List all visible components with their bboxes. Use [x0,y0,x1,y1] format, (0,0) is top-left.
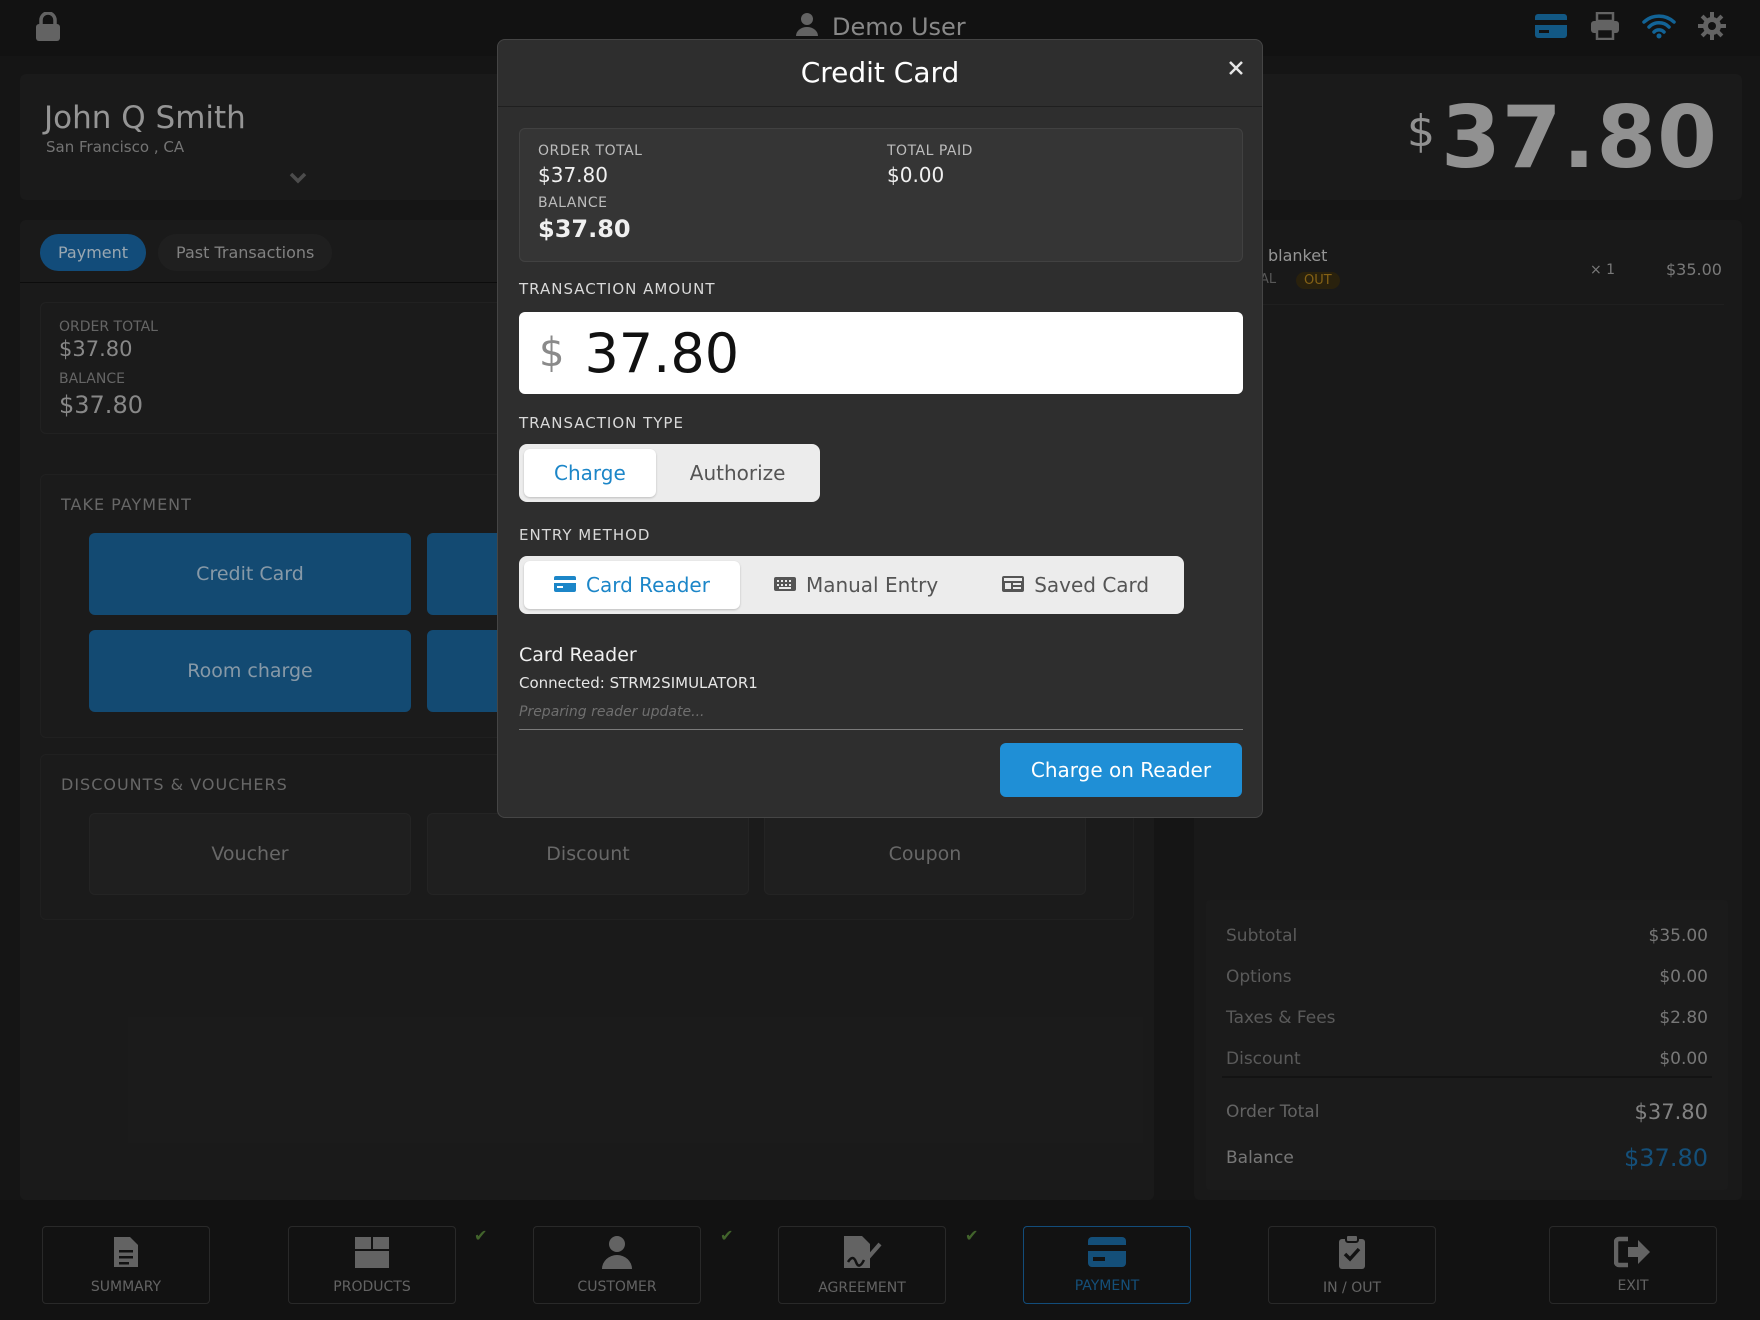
card-reader-title: Card Reader [519,644,637,666]
entry-method-label: ENTRY METHOD [519,526,651,544]
dialog-total-paid-label: TOTAL PAID [887,143,973,159]
credit-card-icon [554,573,576,597]
card-reader-label: Card Reader [586,573,710,597]
dialog-balance-value: $37.80 [538,215,631,243]
entry-method-toggle: Card Reader Manual Entry Saved Card [519,556,1185,614]
transaction-amount-input[interactable]: $ 37.80 [519,312,1243,394]
dialog-header: Credit Card [498,40,1262,107]
manual-entry-option[interactable]: Manual Entry [744,561,968,609]
credit-card-dialog: Credit Card ORDER TOTAL $37.80 TOTAL PAI… [497,39,1263,818]
transaction-amount-label: TRANSACTION AMOUNT [519,280,716,298]
manual-entry-label: Manual Entry [805,573,939,597]
transaction-type-toggle: Charge Authorize [519,444,821,502]
dialog-order-total-value: $37.80 [538,163,608,187]
transaction-type-label: TRANSACTION TYPE [519,414,684,432]
charge-option[interactable]: Charge [524,449,656,497]
dialog-order-total-label: ORDER TOTAL [538,143,643,159]
dialog-balance-label: BALANCE [538,195,608,211]
reader-update-field[interactable]: Preparing reader update... [519,704,1243,730]
dialog-summary-box: ORDER TOTAL $37.80 TOTAL PAID $0.00 BALA… [519,128,1243,262]
authorize-option[interactable]: Authorize [660,449,816,497]
id-card-icon [1002,573,1025,597]
dialog-title: Credit Card [800,56,960,89]
charge-on-reader-button[interactable]: Charge on Reader [1000,743,1242,797]
saved-card-label: Saved Card [1034,573,1150,597]
card-reader-status: Connected: STRM2SIMULATOR1 [519,674,758,692]
close-icon[interactable] [1222,54,1250,82]
saved-card-option[interactable]: Saved Card [972,561,1179,609]
dialog-total-paid-value: $0.00 [887,163,945,187]
card-reader-option[interactable]: Card Reader [524,561,740,609]
amount-value: 37.80 [584,321,740,385]
amount-currency: $ [539,330,565,376]
keyboard-icon [773,573,796,597]
